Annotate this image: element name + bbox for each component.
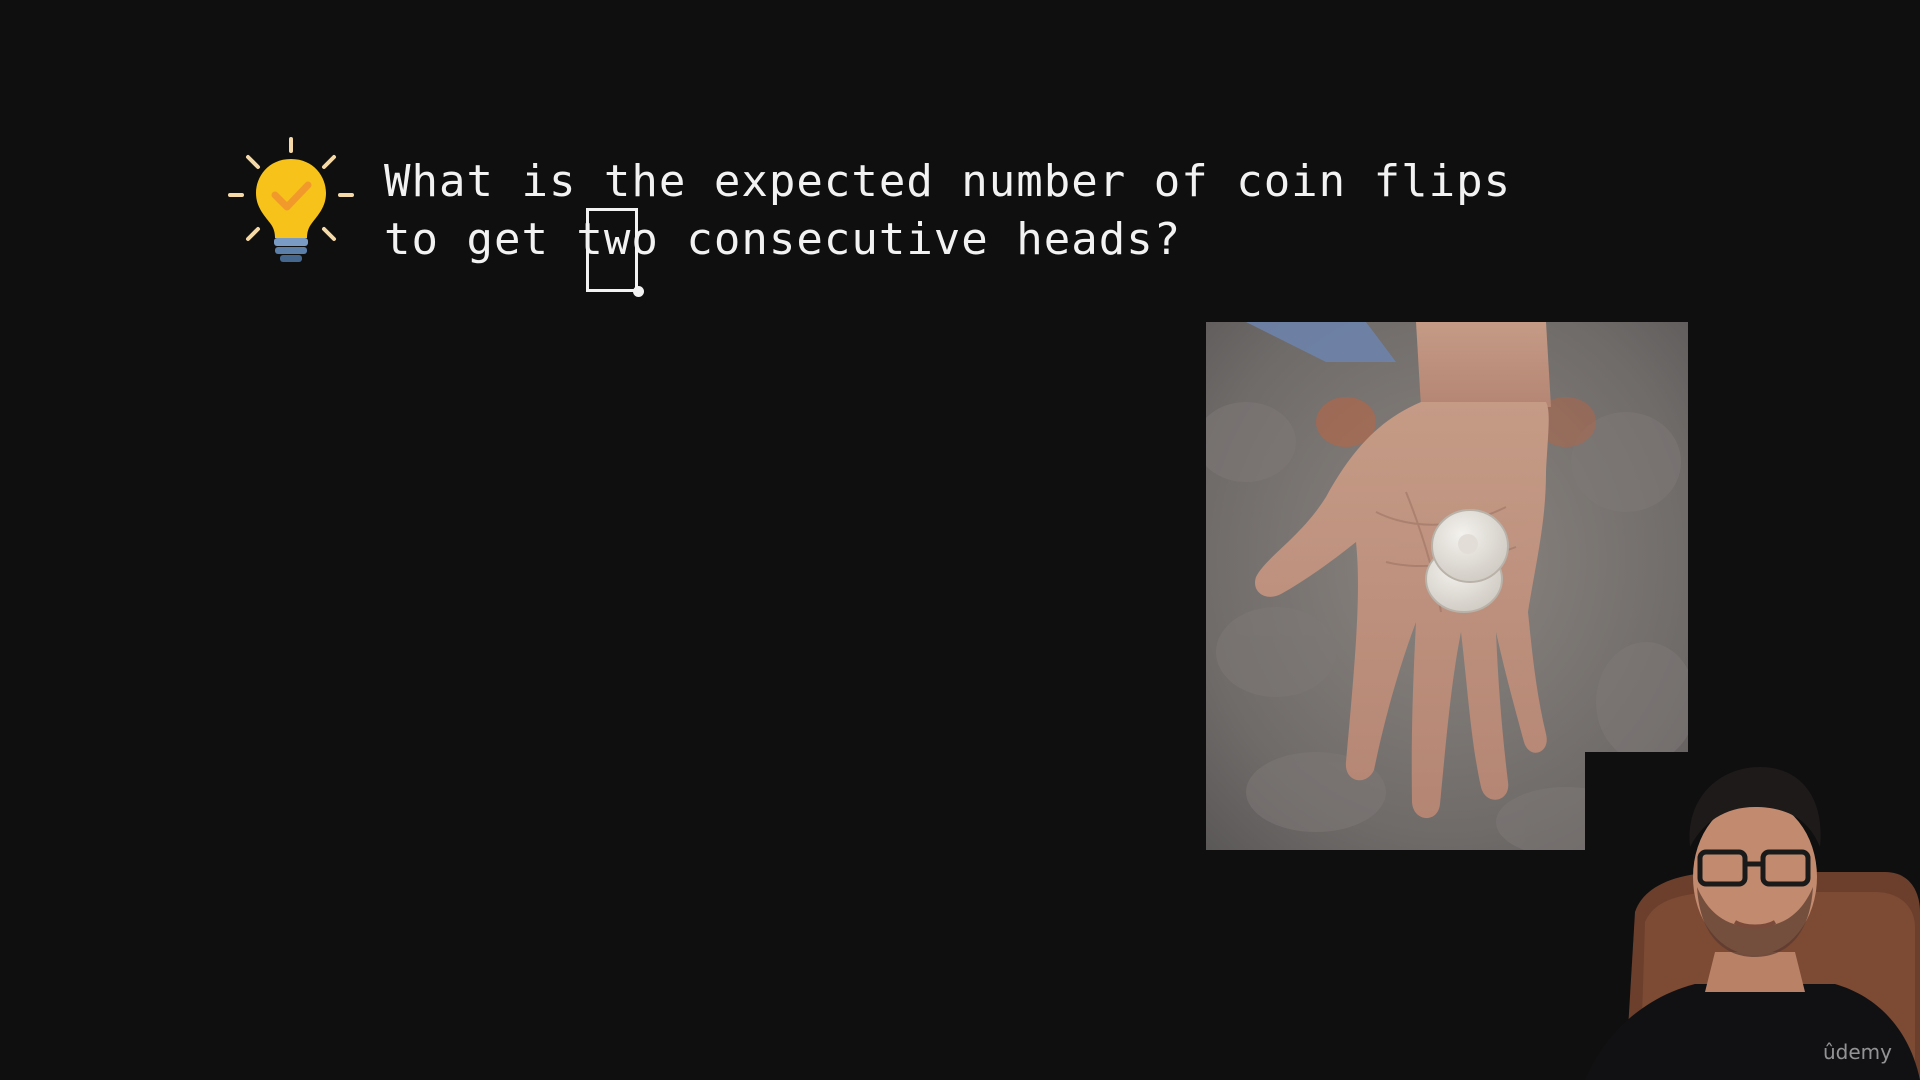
presenter-webcam: ûdemy bbox=[1585, 752, 1920, 1080]
question-block: What is the expected number of coin flip… bbox=[228, 135, 1511, 269]
watermark: ûdemy bbox=[1823, 1040, 1892, 1064]
text-cursor-selection bbox=[586, 208, 638, 292]
lightbulb-check-icon bbox=[228, 137, 354, 262]
resize-handle[interactable] bbox=[633, 286, 644, 297]
question-text: What is the expected number of coin flip… bbox=[384, 153, 1511, 269]
question-line-2: to get two consecutive heads? bbox=[384, 214, 1182, 265]
question-line-1: What is the expected number of coin flip… bbox=[384, 156, 1512, 207]
slide: What is the expected number of coin flip… bbox=[0, 0, 1920, 1080]
